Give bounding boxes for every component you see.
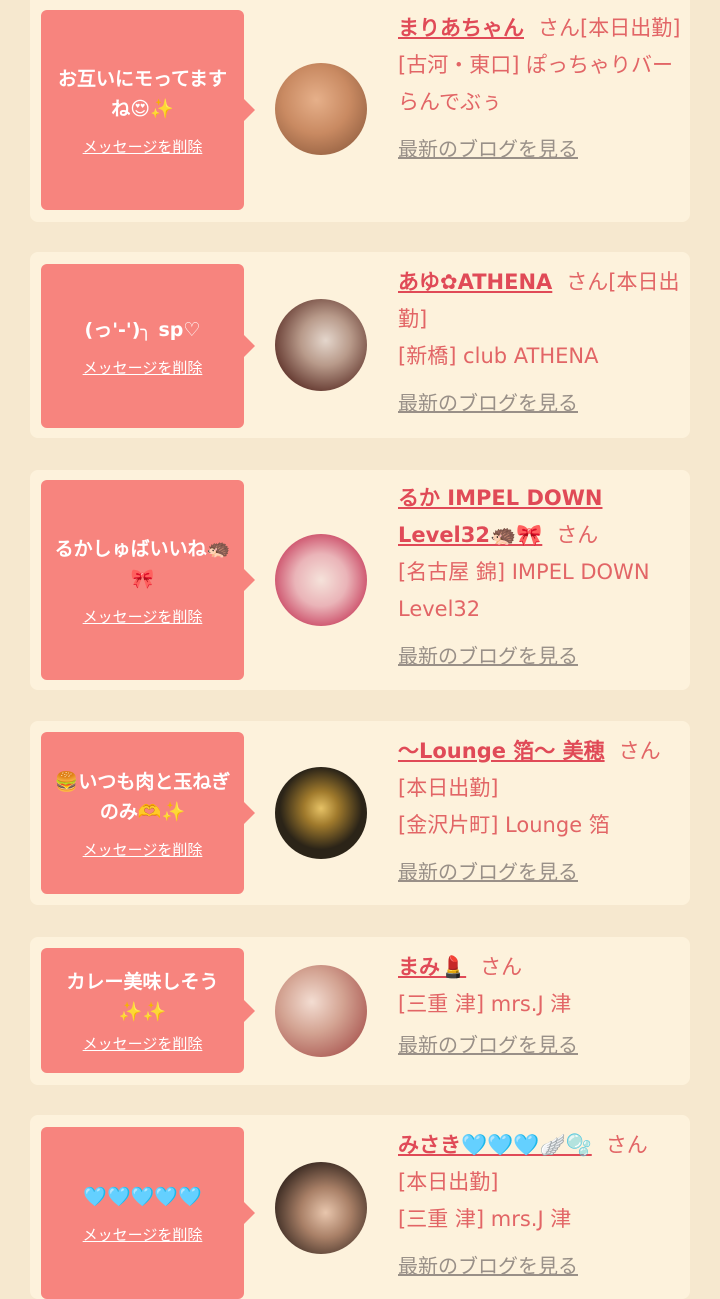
- list-item: 🍔いつも肉と玉ねぎのみ🫶✨ メッセージを削除 〜Lounge 箔〜 美穂 さん […: [30, 721, 690, 905]
- blog-link[interactable]: 最新のブログを見る: [398, 131, 683, 168]
- list-item: るかしゅばいいね🦔🎀 メッセージを削除 るか IMPEL DOWN Level3…: [30, 470, 690, 690]
- shop-text: [名古屋 錦] IMPEL DOWN Level32: [398, 560, 650, 621]
- shop-text: [三重 津] mrs.J 津: [398, 992, 572, 1016]
- status-text: [本日出勤]: [580, 16, 681, 40]
- profile-info: 〜Lounge 箔〜 美穂 さん [本日出勤] [金沢片町] Lounge 箔 最…: [398, 733, 683, 891]
- message-text: るかしゅばいいね🦔🎀: [54, 537, 231, 590]
- honorific: さん: [618, 739, 661, 763]
- message-bubble: 🍔いつも肉と玉ねぎのみ🫶✨ メッセージを削除: [41, 732, 255, 894]
- delete-message-link[interactable]: メッセージを削除: [83, 606, 203, 627]
- favorites-list: お互いにモってますね😍✨ メッセージを削除 まりあちゃん さん[本日出勤] [古河…: [0, 0, 720, 1299]
- honorific: さん: [480, 955, 523, 979]
- delete-message-link[interactable]: メッセージを削除: [83, 839, 203, 860]
- status-text: [本日出勤]: [398, 776, 499, 800]
- avatar[interactable]: [275, 767, 367, 859]
- honorific: さん: [605, 1133, 648, 1157]
- profile-name-link[interactable]: あゆ✿ATHENA: [398, 270, 552, 294]
- message-text: 🍔いつも肉と玉ねぎのみ🫶✨: [54, 770, 231, 823]
- honorific: さん: [566, 270, 609, 294]
- list-item: カレー美味しそう✨✨ メッセージを削除 まみ💄 さん [三重 津] mrs.J 津…: [30, 937, 690, 1085]
- profile-info: るか IMPEL DOWN Level32🦔🎀 さん [名古屋 錦] IMPEL …: [398, 480, 683, 675]
- list-item: 🩵🩵🩵🩵🩵 メッセージを削除 みさき🩵🩵🩵🪽🫧 さん [本日出勤] [三重 津] …: [30, 1115, 690, 1299]
- shop-text: [三重 津] mrs.J 津: [398, 1207, 572, 1231]
- delete-message-link[interactable]: メッセージを削除: [83, 1224, 203, 1245]
- delete-message-link[interactable]: メッセージを削除: [83, 357, 203, 378]
- blog-link[interactable]: 最新のブログを見る: [398, 854, 683, 891]
- profile-name-link[interactable]: 〜Lounge 箔〜 美穂: [398, 739, 605, 763]
- list-item: お互いにモってますね😍✨ メッセージを削除 まりあちゃん さん[本日出勤] [古河…: [30, 0, 690, 222]
- avatar[interactable]: [275, 1162, 367, 1254]
- blog-link[interactable]: 最新のブログを見る: [398, 1248, 683, 1285]
- profile-info: あゆ✿ATHENA さん[本日出勤] [新橋] club ATHENA 最新のブロ…: [398, 264, 683, 422]
- message-bubble: るかしゅばいいね🦔🎀 メッセージを削除: [41, 480, 255, 680]
- message-text: カレー美味しそう✨✨: [66, 971, 219, 1023]
- shop-text: [古河・東口] ぽっちゃりバー らんでぶぅ: [398, 53, 674, 114]
- profile-info: まりあちゃん さん[本日出勤] [古河・東口] ぽっちゃりバー らんでぶぅ 最新の…: [398, 10, 683, 168]
- profile-name-link[interactable]: まりあちゃん: [398, 16, 524, 40]
- message-text: 🩵🩵🩵🩵🩵: [83, 1185, 202, 1208]
- blog-link[interactable]: 最新のブログを見る: [398, 1027, 683, 1064]
- profile-info: まみ💄 さん [三重 津] mrs.J 津 最新のブログを見る: [398, 949, 683, 1064]
- avatar[interactable]: [275, 965, 367, 1057]
- shop-text: [金沢片町] Lounge 箔: [398, 813, 610, 837]
- message-text: (っ'-')╮ sp♡: [84, 318, 201, 341]
- blog-link[interactable]: 最新のブログを見る: [398, 385, 683, 422]
- profile-info: みさき🩵🩵🩵🪽🫧 さん [本日出勤] [三重 津] mrs.J 津 最新のブログを…: [398, 1127, 683, 1285]
- blog-link[interactable]: 最新のブログを見る: [398, 638, 683, 675]
- shop-text: [新橋] club ATHENA: [398, 344, 599, 368]
- honorific: さん: [556, 523, 599, 547]
- avatar[interactable]: [275, 534, 367, 626]
- message-text: お互いにモってますね😍✨: [57, 67, 228, 120]
- status-text: [本日出勤]: [398, 1170, 499, 1194]
- profile-name-link[interactable]: まみ💄: [398, 955, 466, 979]
- honorific: さん: [538, 16, 580, 40]
- avatar[interactable]: [275, 299, 367, 391]
- profile-name-link[interactable]: みさき🩵🩵🩵🪽🫧: [398, 1133, 592, 1157]
- message-bubble: 🩵🩵🩵🩵🩵 メッセージを削除: [41, 1127, 255, 1299]
- message-bubble: お互いにモってますね😍✨ メッセージを削除: [41, 10, 255, 210]
- message-bubble: カレー美味しそう✨✨ メッセージを削除: [41, 948, 255, 1073]
- delete-message-link[interactable]: メッセージを削除: [83, 1033, 203, 1054]
- avatar[interactable]: [275, 63, 367, 155]
- message-bubble: (っ'-')╮ sp♡ メッセージを削除: [41, 264, 255, 428]
- list-item: (っ'-')╮ sp♡ メッセージを削除 あゆ✿ATHENA さん[本日出勤] […: [30, 252, 690, 438]
- delete-message-link[interactable]: メッセージを削除: [83, 136, 203, 157]
